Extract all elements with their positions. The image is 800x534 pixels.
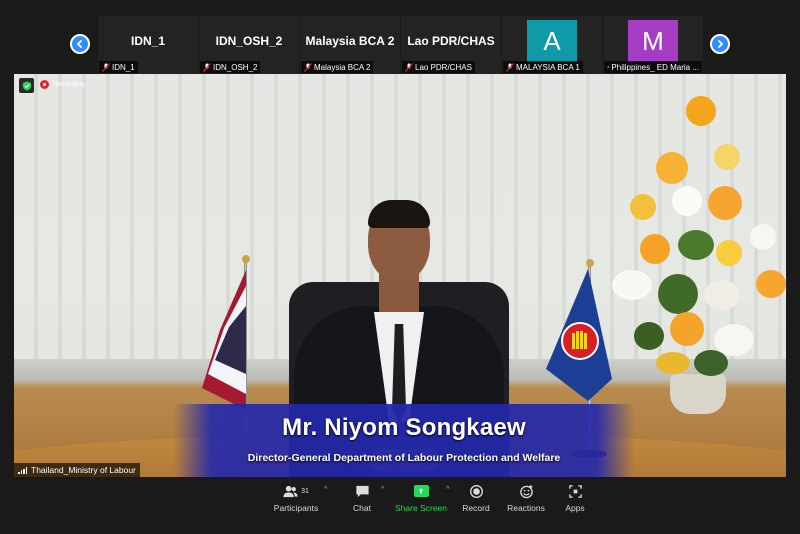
participant-label-text: IDN_OSH_2 — [213, 62, 258, 72]
participant-label: MALAYSIA BCA 1 — [503, 61, 583, 73]
avatar: A — [527, 20, 577, 62]
signal-strength-icon — [18, 466, 27, 474]
presenter-hair — [368, 200, 430, 228]
participant-label: IDN_OSH_2 — [200, 61, 261, 73]
participants-label: Participants — [273, 503, 319, 513]
mic-muted-icon — [304, 62, 312, 72]
share-screen-button[interactable]: Share Screen — [395, 483, 447, 529]
meeting-toolbar: 31 Participants ^ Chat ^ Share Screen ^ … — [0, 477, 800, 534]
flag-finial — [241, 255, 250, 263]
participant-tile[interactable]: IDN_1 IDN_1 — [98, 16, 198, 74]
flower-vase — [670, 374, 726, 414]
reactions-icon — [519, 484, 533, 498]
recording-label: Recording — [53, 81, 85, 88]
chevron-left-icon — [76, 39, 83, 49]
participant-label: Malaysia BCA 2 — [301, 61, 374, 73]
speaker-name: Mr. Niyom Songkaew — [282, 414, 526, 441]
mic-muted-icon — [607, 65, 610, 69]
avatar: M — [628, 20, 678, 62]
participants-icon — [283, 485, 298, 497]
participant-tile[interactable]: A MALAYSIA BCA 1 — [502, 16, 602, 74]
shield-icon — [22, 81, 31, 90]
reactions-label: Reactions — [507, 503, 545, 513]
participants-count: 31 — [301, 487, 309, 495]
reactions-button[interactable]: Reactions — [507, 483, 545, 529]
participant-tile[interactable]: IDN_OSH_2 IDN_OSH_2 — [199, 16, 299, 74]
chat-icon — [355, 485, 369, 497]
apps-icon — [568, 484, 582, 498]
mic-muted-icon — [102, 62, 110, 72]
next-page-button[interactable] — [710, 34, 730, 54]
security-badge[interactable] — [19, 78, 34, 93]
mic-muted-icon — [203, 62, 211, 72]
speaker-name-tag: Thailand_Ministry of Labour — [14, 463, 140, 477]
record-button[interactable]: Record — [462, 483, 490, 529]
participants-button[interactable]: 31 Participants — [274, 483, 318, 529]
asean-flag — [546, 269, 612, 401]
chat-button[interactable]: Chat — [349, 483, 375, 529]
apps-label: Apps — [565, 503, 585, 513]
chevron-right-icon — [717, 39, 724, 49]
chat-label: Chat — [353, 503, 371, 513]
previous-page-button[interactable] — [70, 34, 90, 54]
participant-label-text: MALAYSIA BCA 1 — [516, 62, 580, 72]
chat-options-chevron-icon[interactable]: ^ — [381, 486, 384, 493]
participant-tile[interactable]: Lao PDR/CHAS Lao PDR/CHAS — [401, 16, 501, 74]
participant-strip: IDN_1 IDN_1 IDN_OSH_2 IDN_OSH_2 Malaysia… — [0, 0, 800, 74]
participant-label-text: IDN_1 — [112, 62, 135, 72]
speaker-title: Director-General Department of Labour Pr… — [247, 452, 561, 464]
speaker-name-tag-text: Thailand_Ministry of Labour — [31, 465, 136, 475]
mic-muted-icon — [506, 62, 514, 72]
apps-button[interactable]: Apps — [563, 483, 587, 529]
thailand-flag — [202, 270, 246, 410]
participant-name: Lao PDR/CHAS — [407, 34, 495, 48]
participant-tile[interactable]: Malaysia BCA 2 Malaysia BCA 2 — [300, 16, 400, 74]
participant-tile[interactable]: M Philippines_ ED Maria ... — [603, 16, 703, 74]
flag-finial — [585, 259, 594, 267]
mic-muted-icon — [405, 62, 413, 72]
participant-name: IDN_OSH_2 — [215, 34, 283, 48]
recording-icon — [40, 80, 49, 89]
record-icon — [469, 484, 483, 498]
participant-label: IDN_1 — [99, 61, 138, 73]
participant-label-text: Malaysia BCA 2 — [314, 62, 371, 72]
share-screen-icon — [413, 485, 429, 497]
participant-label: Philippines_ ED Maria ... — [604, 61, 702, 73]
participant-label-text: Lao PDR/CHAS — [415, 62, 472, 72]
share-screen-label: Share Screen — [395, 503, 447, 513]
share-options-chevron-icon[interactable]: ^ — [446, 486, 449, 493]
record-label: Record — [462, 503, 490, 513]
participant-name: Malaysia BCA 2 — [305, 34, 395, 48]
participant-label: Lao PDR/CHAS — [402, 61, 475, 73]
speaker-banner: Mr. Niyom Songkaew Director-General Depa… — [174, 404, 634, 477]
participant-label-text: Philippines_ ED Maria ... — [611, 62, 699, 72]
active-speaker-video[interactable]: Mr. Niyom Songkaew Director-General Depa… — [14, 74, 786, 477]
recording-indicator: Recording — [40, 80, 85, 89]
participant-name: IDN_1 — [130, 34, 165, 48]
participants-options-chevron-icon[interactable]: ^ — [324, 486, 327, 493]
